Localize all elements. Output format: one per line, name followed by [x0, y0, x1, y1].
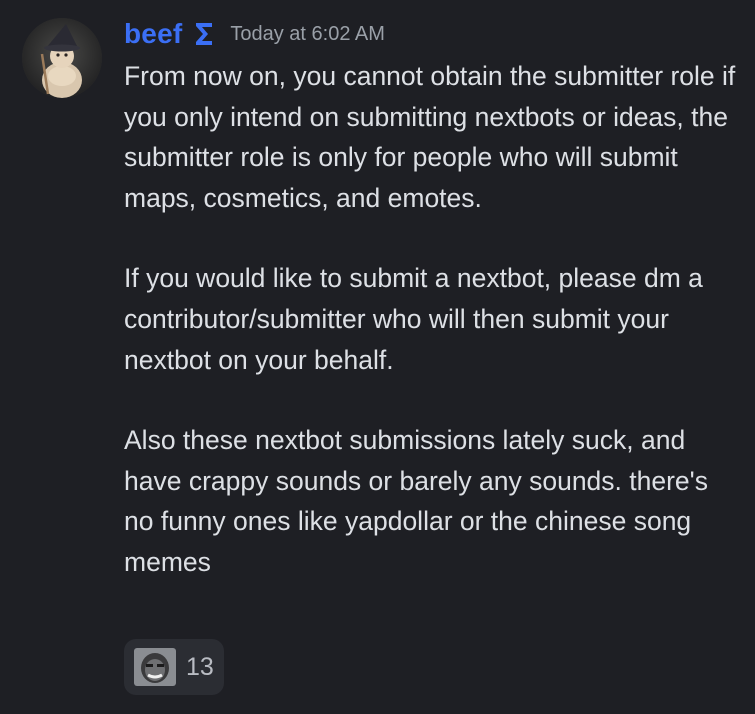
message-timestamp[interactable]: Today at 6:02 AM: [230, 23, 385, 46]
user-avatar[interactable]: [22, 18, 102, 98]
wizard-avatar-icon: [22, 18, 102, 98]
chat-message: beef Today at 6:02 AM From now on, you c…: [0, 0, 755, 714]
sigma-role-icon[interactable]: [192, 20, 216, 48]
reaction-button[interactable]: 13: [124, 639, 224, 695]
reaction-count: 13: [186, 652, 214, 681]
username[interactable]: beef: [124, 18, 182, 50]
message-paragraph: Also these nextbot submissions lately su…: [124, 425, 708, 577]
custom-face-emoji-icon: [134, 648, 176, 686]
message-paragraph: From now on, you cannot obtain the submi…: [124, 61, 736, 213]
message-header: beef Today at 6:02 AM: [124, 14, 385, 54]
message-content: From now on, you cannot obtain the submi…: [124, 56, 744, 583]
message-paragraph: If you would like to submit a nextbot, p…: [124, 263, 703, 375]
